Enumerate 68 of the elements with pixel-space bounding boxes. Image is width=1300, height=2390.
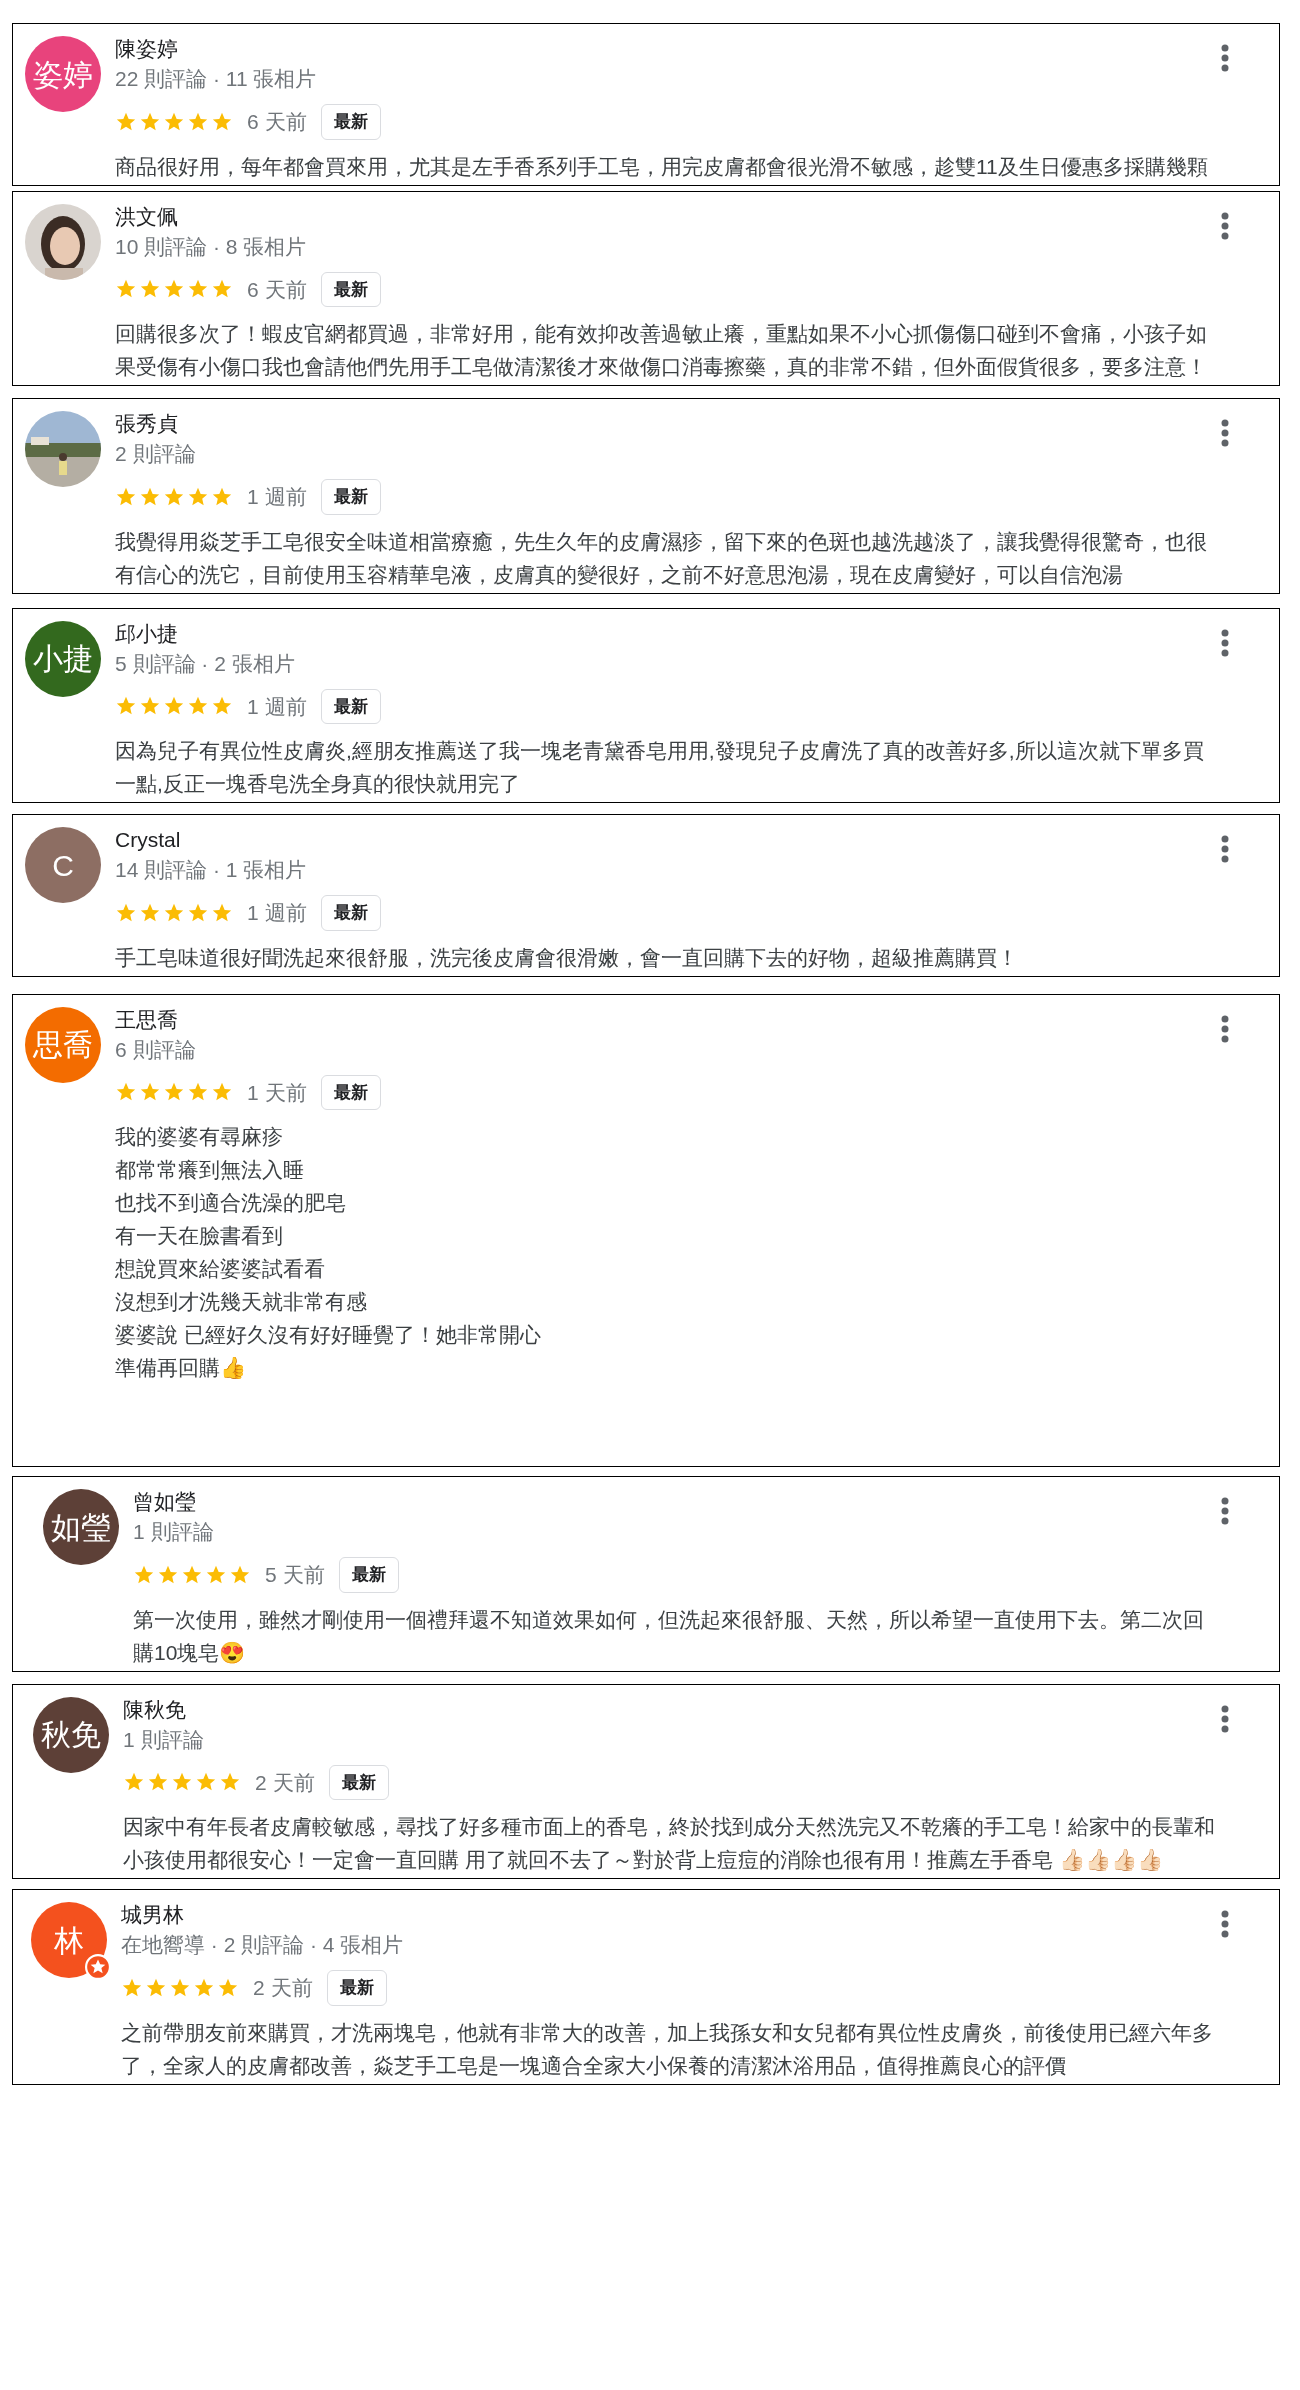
review-text: 第一次使用，雖然才剛使用一個禮拜還不知道效果如何，但洗起來很舒服、天然，所以希望一直使用下去。第二次回購10塊皂😍 xyxy=(133,1606,1205,1666)
review-time: 1 週前 xyxy=(247,900,307,926)
review-text: 因為兒子有異位性皮膚炎,經朋友推薦送了我一塊老青黛香皂用用,發現兒子皮膚洗了真的改善好多,所以這次就下單多買一點,反正一塊香皂洗全身真的很快就用完了 xyxy=(115,738,1205,797)
review-text: 想說買來給婆婆試看看 xyxy=(115,1256,326,1282)
reviewer-meta: 1 則評論 xyxy=(123,1726,205,1753)
reviewer-meta: 2 則評論 xyxy=(115,441,197,467)
new-tag: 最新 xyxy=(320,104,381,140)
review-time: 5 天前 xyxy=(265,1562,325,1588)
more-options-icon[interactable] xyxy=(1221,211,1229,240)
review-text: 回購很多次了！蝦皮官網都買過，非常好用，能有效抑改善過敏止癢，重點如果不小心抓傷傷口碰到不會痛，小孩子如果受傷有小傷口我也會請他們先用手工皂做清潔後才來做傷口消毒擦藥，真的非常不錯，但外面假貨很多，要多注意！ xyxy=(115,321,1208,380)
reviewer-name[interactable]: 曾如瑩 xyxy=(133,1487,1219,1517)
review-time: 1 天前 xyxy=(247,1079,307,1106)
new-tag: 最新 xyxy=(320,271,381,307)
review-text: 我的婆婆有尋麻疹 xyxy=(115,1124,284,1150)
new-tag: 最新 xyxy=(320,1074,381,1110)
avatar: C xyxy=(25,827,101,903)
reviewer-meta: 6 則評論 xyxy=(115,1036,197,1063)
more-options-icon[interactable] xyxy=(1221,1910,1229,1938)
reviewer-name[interactable]: 張秀貞 xyxy=(115,409,1219,439)
reviewer-name[interactable]: 陳姿婷 xyxy=(115,34,1219,64)
reviewer-meta: 14 則評論 · 1 張相片 xyxy=(115,857,308,883)
review-text: 也找不到適合洗澡的肥皂 xyxy=(115,1190,347,1216)
avatar: 小捷 xyxy=(25,620,101,697)
new-tag: 最新 xyxy=(320,688,381,724)
review-time: 6 天前 xyxy=(247,276,307,303)
review-text: 有一天在臉書看到 xyxy=(115,1223,284,1249)
reviewer-name[interactable]: 洪文佩 xyxy=(115,201,1219,232)
new-tag: 最新 xyxy=(320,895,381,931)
more-options-icon[interactable] xyxy=(1221,835,1229,863)
review-text: 婆婆說 已經好久沒有好好睡覺了！她非常開心 xyxy=(115,1322,542,1348)
reviewer-meta: 在地嚮導 · 2 則評論 · 4 張相片 xyxy=(121,1932,405,1958)
reviewer-meta: 10 則評論 · 8 張相片 xyxy=(115,233,308,260)
review-time: 6 天前 xyxy=(247,109,307,135)
review-text: 商品很好用，每年都會買來用，尤其是左手香系列手工皂，用完皮膚都會很光滑不敏感，趁雙11及生日優惠多採購幾顆 xyxy=(115,153,1209,180)
review-time: 1 週前 xyxy=(247,484,307,510)
more-options-icon[interactable] xyxy=(1221,1014,1229,1043)
new-tag: 最新 xyxy=(338,1557,399,1593)
more-options-icon[interactable] xyxy=(1221,419,1229,447)
avatar: 秋免 xyxy=(33,1696,109,1773)
review-text: 之前帶朋友前來購買，才洗兩塊皂，他就有非常大的改善，加上我孫女和女兒都有異位性皮膚炎，前後使用已經六年多了，全家人的皮膚都改善，焱芝手工皂是一塊適合全家大小保養的清潔沐浴用品，值得推薦良心的評價 xyxy=(121,2019,1214,2079)
review-time: 2 天前 xyxy=(255,1769,315,1796)
reviewer-name[interactable]: 邱小捷 xyxy=(115,618,1219,649)
reviewer-name[interactable]: 城男林 xyxy=(121,1900,1219,1930)
reviewer-name[interactable]: 王思喬 xyxy=(115,1004,1219,1035)
review-text: 我覺得用焱芝手工皂很安全味道相當療癒，先生久年的皮膚濕疹，留下來的色斑也越洗越淡了，讓我覺得很驚奇，也很有信心的洗它，目前使用玉容精華皂液，皮膚真的變很好，之前不好意思泡湯，現在皮膚變好，可以自信泡湯 xyxy=(115,528,1208,588)
more-options-icon[interactable] xyxy=(1221,1704,1229,1733)
reviewer-meta: 22 則評論 · 11 張相片 xyxy=(115,66,318,92)
more-options-icon[interactable] xyxy=(1221,1497,1229,1525)
avatar: 姿婷 xyxy=(25,36,101,112)
reviewer-name[interactable]: 陳秋免 xyxy=(123,1694,1219,1725)
new-tag: 最新 xyxy=(326,1970,387,2006)
review-time: 2 天前 xyxy=(253,1975,313,2001)
reviewer-meta: 5 則評論 · 2 張相片 xyxy=(115,650,296,677)
reviewer-name[interactable]: Crystal xyxy=(115,825,1219,855)
new-tag: 最新 xyxy=(328,1764,389,1800)
review-text: 準備再回購👍 xyxy=(115,1355,247,1381)
more-options-icon[interactable] xyxy=(1221,628,1229,657)
avatar: 如瑩 xyxy=(43,1489,119,1565)
review-text: 都常常癢到無法入睡 xyxy=(115,1157,305,1183)
more-options-icon[interactable] xyxy=(1221,44,1229,72)
review-text: 手工皂味道很好聞洗起來很舒服，洗完後皮膚會很滑嫩，會一直回購下去的好物，超級推薦購買！ xyxy=(115,944,1019,971)
review-text: 沒想到才洗幾天就非常有感 xyxy=(115,1289,368,1315)
review-text: 因家中有年長者皮膚較敏感，尋找了好多種市面上的香皂，終於找到成分天然洗完又不乾癢的手工皂！給家中的長輩和小孩使用都很安心！一定會一直回購 用了就回不去了～對於背上痘痘的消除也很有用！推薦左手香皂 👍🏻👍🏻👍🏻👍🏻 xyxy=(123,1814,1216,1873)
reviewer-meta: 1 則評論 xyxy=(133,1519,215,1545)
avatar: 林 xyxy=(31,1902,107,1978)
review-time: 1 週前 xyxy=(247,693,307,720)
avatar: 思喬 xyxy=(25,1006,101,1083)
new-tag: 最新 xyxy=(320,479,381,515)
